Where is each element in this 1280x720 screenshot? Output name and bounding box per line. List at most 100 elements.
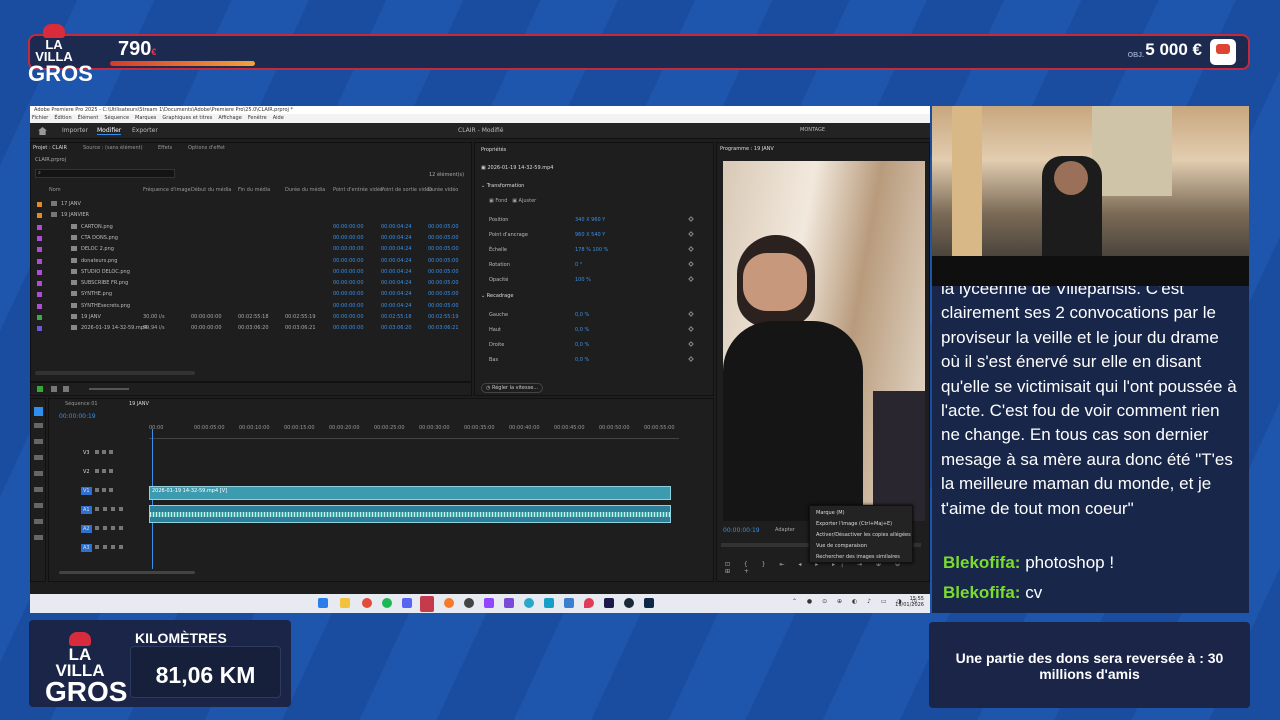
track-label-V1[interactable]: V1 [81,487,92,495]
premiere-icon[interactable] [604,598,614,608]
discord-icon[interactable] [402,598,412,608]
timeline-timecode[interactable]: 00:00:00:19 [59,413,96,420]
keyframe-icon[interactable] [688,276,694,282]
project-tab-1[interactable]: Source : (sans élément) [83,145,143,151]
table-row[interactable]: STUDIO DELOC.png 00:00:00:00 00:00:04:24 00… [31,267,471,278]
crop-row[interactable]: Bas 0,0 % [475,353,713,368]
keyframe-icon[interactable] [688,356,694,362]
sequence-tab[interactable]: Séquence 01 [65,401,98,407]
menu-item-6[interactable]: Affichage [218,115,242,121]
project-tab-2[interactable]: Effets [158,145,172,151]
crop-value[interactable]: 0,0 % [575,357,589,363]
table-row[interactable]: 17 JANV [31,199,471,210]
steam-icon[interactable] [624,598,634,608]
windows-start-icon[interactable] [318,598,328,608]
home-icon[interactable] [38,127,47,135]
property-row[interactable]: Échelle 178 % 100 % [475,243,713,258]
project-scrollbar[interactable] [35,371,195,375]
track-mute-solo[interactable] [95,545,125,549]
menu-item-3[interactable]: Séquence [104,115,129,121]
audio-clip[interactable] [149,505,671,523]
keyframe-icon[interactable] [688,246,694,252]
workspace-label[interactable]: MONTAGE [800,127,825,133]
project-tab-0[interactable]: Projet : CLAIR [33,145,67,151]
property-value[interactable]: 960 X 540 Y [575,232,605,238]
track-label-V3[interactable]: V3 [81,449,92,457]
table-row[interactable]: 2026-01-19 14-32-59.mp4 59,94 i/s 00:00:00… [31,323,471,334]
crop-value[interactable]: 0,0 % [575,312,589,318]
tab-modifier[interactable]: Modifier [97,127,122,135]
slip-tool-icon[interactable] [34,471,43,476]
property-value[interactable]: 0 ° [575,262,582,268]
edge-icon[interactable] [524,598,534,608]
column-header[interactable]: Nom [49,187,61,193]
firefox-icon[interactable] [444,598,454,608]
crop-value[interactable]: 0,0 % [575,342,589,348]
crop-row[interactable]: Droite 0,0 % [475,338,713,353]
table-row[interactable]: 19 JANVIER [31,210,471,221]
column-header[interactable]: Point d'entrée vidéo [333,187,383,193]
fit-dropdown[interactable]: Adapter [775,527,795,533]
table-row[interactable]: DELOC 2.png 00:00:00:00 00:00:04:24 00:00:0… [31,244,471,255]
track-select-tool-icon[interactable] [34,423,43,428]
crop-row[interactable]: Gauche 0,0 % [475,308,713,323]
table-row[interactable]: CARTON.png 00:00:00:00 00:00:04:24 00:00:05… [31,222,471,233]
column-header[interactable]: Fréquence d'image [143,187,191,193]
track-label-A2[interactable]: A2 [81,525,92,533]
property-value[interactable]: 100 % [575,277,591,283]
menu-item-8[interactable]: Aide [273,115,284,121]
property-row[interactable]: Opacité 100 % [475,273,713,288]
rectangle-tool-icon[interactable] [34,503,43,508]
sequence-tab[interactable]: 19 JANV [129,401,149,407]
track-mute-solo[interactable] [95,526,125,530]
context-menu-item[interactable]: Rechercher des images similaires [816,554,900,560]
crop-row[interactable]: Haut 0,0 % [475,323,713,338]
keyframe-icon[interactable] [688,231,694,237]
menu-item-2[interactable]: Élément [78,115,99,121]
selection-tool-icon[interactable] [34,407,43,416]
table-row[interactable]: SYNTHEsecrets.png 00:00:00:00 00:00:04:24 0… [31,301,471,312]
track-label-A3[interactable]: A3 [81,544,92,552]
menu-item-7[interactable]: Fenêtre [248,115,267,121]
timeline-scrollbar[interactable] [59,571,195,574]
track-mute-solo[interactable] [95,507,125,511]
context-menu-item[interactable]: Marque (M) [816,510,845,516]
speed-button[interactable]: ◷ Régler la vitesse... [481,383,544,393]
program-tab[interactable]: Programme : 19 JANV [720,146,774,152]
twitch-icon[interactable] [484,598,494,608]
keyframe-icon[interactable] [688,261,694,267]
photoshop-icon[interactable] [644,598,654,608]
razor-tool-icon[interactable] [34,455,43,460]
program-timecode[interactable]: 00:00:00:19 [723,527,760,534]
column-header[interactable]: Début du média [191,187,231,193]
keyframe-icon[interactable] [688,311,694,317]
table-row[interactable]: CTA DONS.png 00:00:00:00 00:00:04:24 00:00:… [31,233,471,244]
table-row[interactable]: SUBSCRIBE FR.png 00:00:00:00 00:00:04:24 00… [31,278,471,289]
spotify-icon[interactable] [382,598,392,608]
table-row[interactable]: SYNTHE.png 00:00:00:00 00:00:04:24 00:00:05… [31,289,471,300]
menu-item-0[interactable]: Fichier [32,115,48,121]
fit-options[interactable]: ▣ Fond ▣ Ajuster [489,198,536,204]
store-icon[interactable] [564,598,574,608]
project-tab-3[interactable]: Options d'effet [188,145,225,151]
track-toggle-icons[interactable] [95,469,115,473]
video-clip[interactable]: 2026-01-19 14-32-59.mp4 [V] [149,486,671,500]
column-header[interactable]: Durée du média [285,187,325,193]
properties-tab[interactable]: Propriétés [481,147,506,153]
project-search-input[interactable]: ⌕ [35,169,175,178]
calc-icon[interactable] [544,598,554,608]
keyframe-icon[interactable] [688,216,694,222]
tab-importer[interactable]: Importer [62,127,88,134]
property-value[interactable]: 178 % 100 % [575,247,608,253]
crop-value[interactable]: 0,0 % [575,327,589,333]
pencil-icon[interactable] [37,386,43,392]
icon-view-icon[interactable] [63,386,69,392]
timeline-ruler[interactable]: 00:00 00:00:05:00 00:00:10:00 00:00:15:00 00… [149,425,679,439]
menu-item-5[interactable]: Graphiques et titres [162,115,212,121]
column-header[interactable]: Durée vidéo [428,187,458,193]
list-view-icon[interactable] [51,386,57,392]
property-row[interactable]: Position 340 X 960 Y [475,213,713,228]
context-menu-item[interactable]: Activer/Désactiver les copies allégées [816,532,911,538]
menu-item-1[interactable]: Édition [54,115,71,121]
context-menu-item[interactable]: Vue de comparaison [816,543,867,549]
